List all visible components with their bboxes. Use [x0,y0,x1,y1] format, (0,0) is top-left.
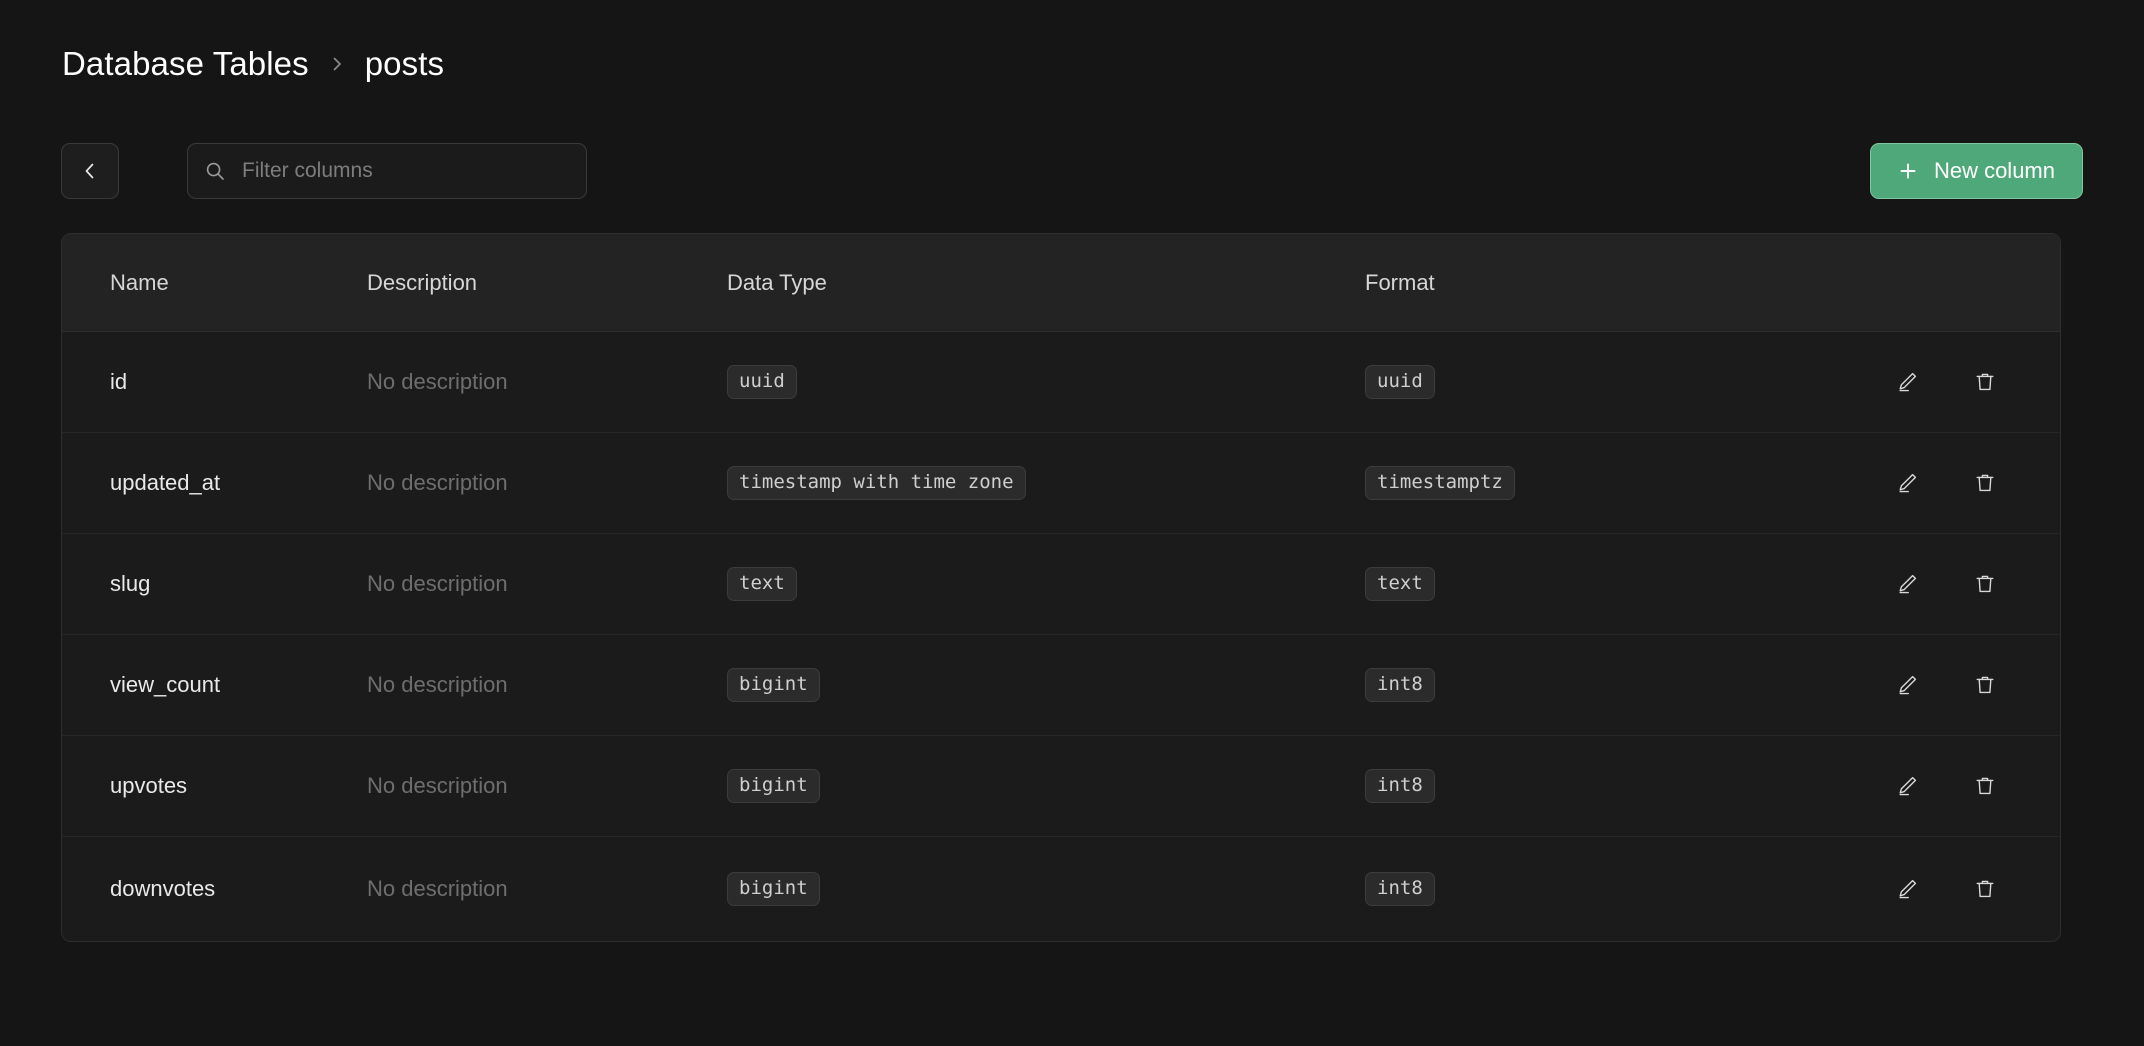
search-icon [204,160,226,182]
pencil-icon [1894,773,1920,799]
cell-column-description: No description [367,470,508,495]
delete-column-button[interactable] [1968,668,2002,702]
cell-column-name: id [110,369,127,394]
database-tables-page: Database Tables posts [0,0,2144,1046]
format-badge: uuid [1365,365,1435,399]
cell-column-name: updated_at [110,470,220,495]
trash-icon [1972,672,1998,698]
table-row[interactable]: upvotes No description bigint int8 [62,736,2060,837]
column-header-data-type: Data Type [727,270,1365,296]
table-row[interactable]: downvotes No description bigint int8 [62,837,2060,941]
pencil-icon [1894,876,1920,902]
format-badge: int8 [1365,872,1435,906]
edit-column-button[interactable] [1890,668,1924,702]
breadcrumb-root-link[interactable]: Database Tables [62,45,309,83]
cell-column-name: view_count [110,672,220,697]
table-header-row: Name Description Data Type Format [62,234,2060,332]
cell-column-name: upvotes [110,773,187,798]
table-row[interactable]: id No description uuid uuid [62,332,2060,433]
trash-icon [1972,571,1998,597]
chevron-right-icon [327,54,347,74]
toolbar: New column [61,143,2083,199]
pencil-icon [1894,571,1920,597]
chevron-left-icon [79,160,101,182]
edit-column-button[interactable] [1890,769,1924,803]
delete-column-button[interactable] [1968,466,2002,500]
filter-columns-field[interactable] [187,143,587,199]
data-type-badge: bigint [727,769,820,803]
breadcrumb-current-table: posts [365,45,444,83]
column-header-format: Format [1365,270,1890,296]
pencil-icon [1894,470,1920,496]
cell-column-description: No description [367,369,508,394]
pencil-icon [1894,369,1920,395]
edit-column-button[interactable] [1890,365,1924,399]
cell-column-description: No description [367,571,508,596]
trash-icon [1972,773,1998,799]
new-column-button[interactable]: New column [1870,143,2083,199]
column-header-name: Name [62,270,367,296]
format-badge: int8 [1365,668,1435,702]
edit-column-button[interactable] [1890,872,1924,906]
data-type-badge: uuid [727,365,797,399]
table-row[interactable]: view_count No description bigint int8 [62,635,2060,736]
table-row[interactable]: slug No description text text [62,534,2060,635]
edit-column-button[interactable] [1890,567,1924,601]
cell-column-description: No description [367,876,508,901]
breadcrumb: Database Tables posts [62,42,444,86]
cell-column-name: downvotes [110,876,215,901]
data-type-badge: bigint [727,872,820,906]
filter-columns-input[interactable] [242,144,570,198]
format-badge: timestamptz [1365,466,1515,500]
delete-column-button[interactable] [1968,872,2002,906]
plus-icon [1898,161,1918,181]
edit-column-button[interactable] [1890,466,1924,500]
table-row[interactable]: updated_at No description timestamp with… [62,433,2060,534]
format-badge: int8 [1365,769,1435,803]
back-button[interactable] [61,143,119,199]
columns-table: Name Description Data Type Format id No … [61,233,2061,942]
trash-icon [1972,876,1998,902]
data-type-badge: timestamp with time zone [727,466,1026,500]
data-type-badge: bigint [727,668,820,702]
new-column-label: New column [1934,158,2055,184]
cell-column-name: slug [110,571,150,596]
delete-column-button[interactable] [1968,365,2002,399]
delete-column-button[interactable] [1968,567,2002,601]
cell-column-description: No description [367,773,508,798]
cell-column-description: No description [367,672,508,697]
column-header-description: Description [367,270,727,296]
format-badge: text [1365,567,1435,601]
pencil-icon [1894,672,1920,698]
delete-column-button[interactable] [1968,769,2002,803]
data-type-badge: text [727,567,797,601]
trash-icon [1972,470,1998,496]
trash-icon [1972,369,1998,395]
